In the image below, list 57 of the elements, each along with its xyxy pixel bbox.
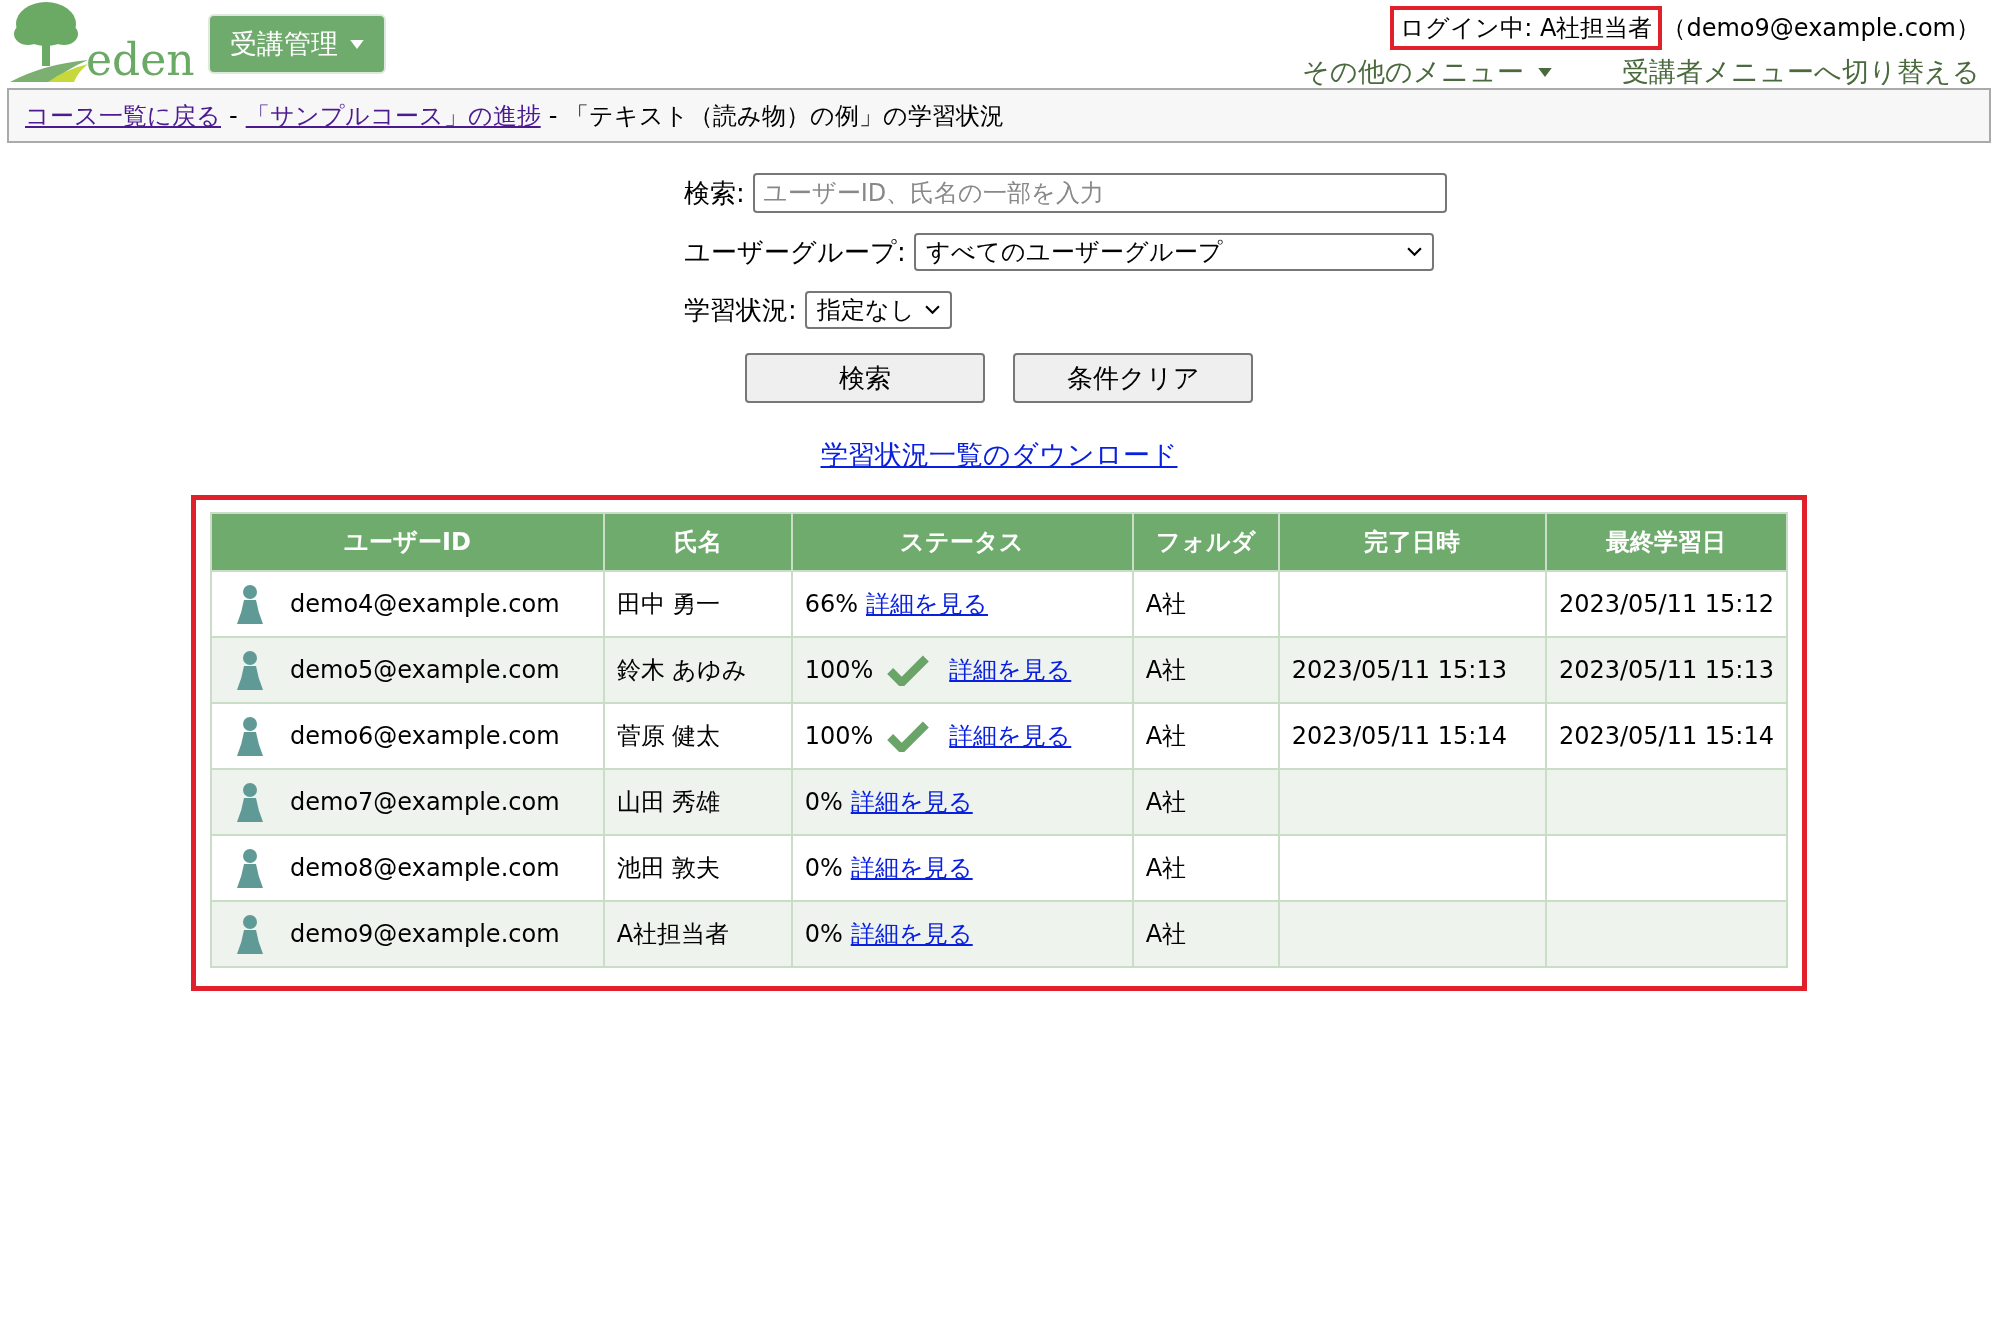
column-header: ユーザーID bbox=[211, 513, 604, 571]
progress-text: 66% bbox=[804, 590, 858, 618]
header-menu-link[interactable]: その他のメニュー bbox=[1302, 54, 1552, 90]
column-header: フォルダ bbox=[1132, 513, 1279, 571]
caret-icon bbox=[350, 39, 364, 49]
progress-text: 0% bbox=[804, 920, 843, 948]
form-button[interactable]: 条件クリア bbox=[1013, 353, 1253, 403]
logo-text: eden bbox=[86, 38, 195, 82]
table-cell: 2023/05/11 15:13 bbox=[1545, 637, 1787, 703]
table-cell: 山田 秀雄 bbox=[603, 769, 792, 835]
search-label: 検索: bbox=[684, 176, 745, 210]
login-status: ログイン中: A社担当者 bbox=[1390, 6, 1663, 50]
table-cell: A社 bbox=[1132, 769, 1279, 835]
detail-link[interactable]: 詳細を見る bbox=[850, 918, 973, 950]
table-cell: 鈴木 あゆみ bbox=[603, 637, 792, 703]
table-cell: demo9@example.com bbox=[211, 901, 604, 967]
progress-text: 0% bbox=[804, 854, 843, 882]
breadcrumb-link[interactable]: 「サンプルコース」の進捗 bbox=[245, 99, 541, 132]
form-button[interactable]: 検索 bbox=[745, 353, 985, 403]
detail-link[interactable]: 詳細を見る bbox=[866, 588, 988, 620]
table-cell: A社 bbox=[1132, 637, 1279, 703]
table-cell: demo5@example.com bbox=[211, 637, 604, 703]
user-icon bbox=[236, 716, 264, 756]
user-icon bbox=[236, 650, 264, 690]
user-icon bbox=[236, 914, 264, 954]
table-cell: A社 bbox=[1132, 901, 1279, 967]
download-link[interactable]: 学習状況一覧のダウンロード bbox=[820, 437, 1178, 473]
chevron-down-icon bbox=[1406, 247, 1422, 257]
filter-dropdown[interactable]: すべてのユーザーグループ bbox=[913, 233, 1434, 271]
column-header: 完了日時 bbox=[1278, 513, 1546, 571]
search-field[interactable]: ユーザーID、氏名の一部を入力 bbox=[752, 173, 1447, 213]
progress-text: 100% bbox=[804, 722, 874, 750]
breadcrumb-link[interactable]: コース一覧に戻る bbox=[25, 99, 221, 132]
detail-link[interactable]: 詳細を見る bbox=[850, 852, 973, 884]
user-icon bbox=[236, 848, 264, 888]
filter-dropdown[interactable]: 指定なし bbox=[804, 291, 952, 329]
table-cell: 2023/05/11 15:13 bbox=[1278, 637, 1546, 703]
detail-link[interactable]: 詳細を見る bbox=[949, 720, 1072, 752]
progress-text: 100% bbox=[804, 656, 874, 684]
table-cell: demo7@example.com bbox=[211, 769, 604, 835]
header-menu-link[interactable]: 受講者メニューへ切り替える bbox=[1622, 54, 1980, 90]
login-email: （demo9@example.com） bbox=[1662, 13, 1980, 44]
progress-text: 0% bbox=[804, 788, 843, 816]
user-icon bbox=[236, 584, 264, 624]
detail-link[interactable]: 詳細を見る bbox=[949, 654, 1072, 686]
breadcrumb-separator: - bbox=[548, 101, 558, 130]
detail-link[interactable]: 詳細を見る bbox=[850, 786, 973, 818]
column-header: 最終学習日 bbox=[1545, 513, 1787, 571]
column-header: 氏名 bbox=[603, 513, 792, 571]
filter-label: ユーザーグループ: bbox=[684, 235, 906, 269]
filter-label: 学習状況: bbox=[684, 293, 797, 327]
table-cell: A社担当者 bbox=[603, 901, 792, 967]
chevron-down-icon bbox=[924, 305, 940, 315]
breadcrumb-current: 「テキスト（読み物）の例」の学習状況 bbox=[565, 100, 1005, 132]
breadcrumb-separator: - bbox=[229, 101, 238, 130]
column-header: ステータス bbox=[791, 513, 1133, 571]
user-icon bbox=[236, 782, 264, 822]
